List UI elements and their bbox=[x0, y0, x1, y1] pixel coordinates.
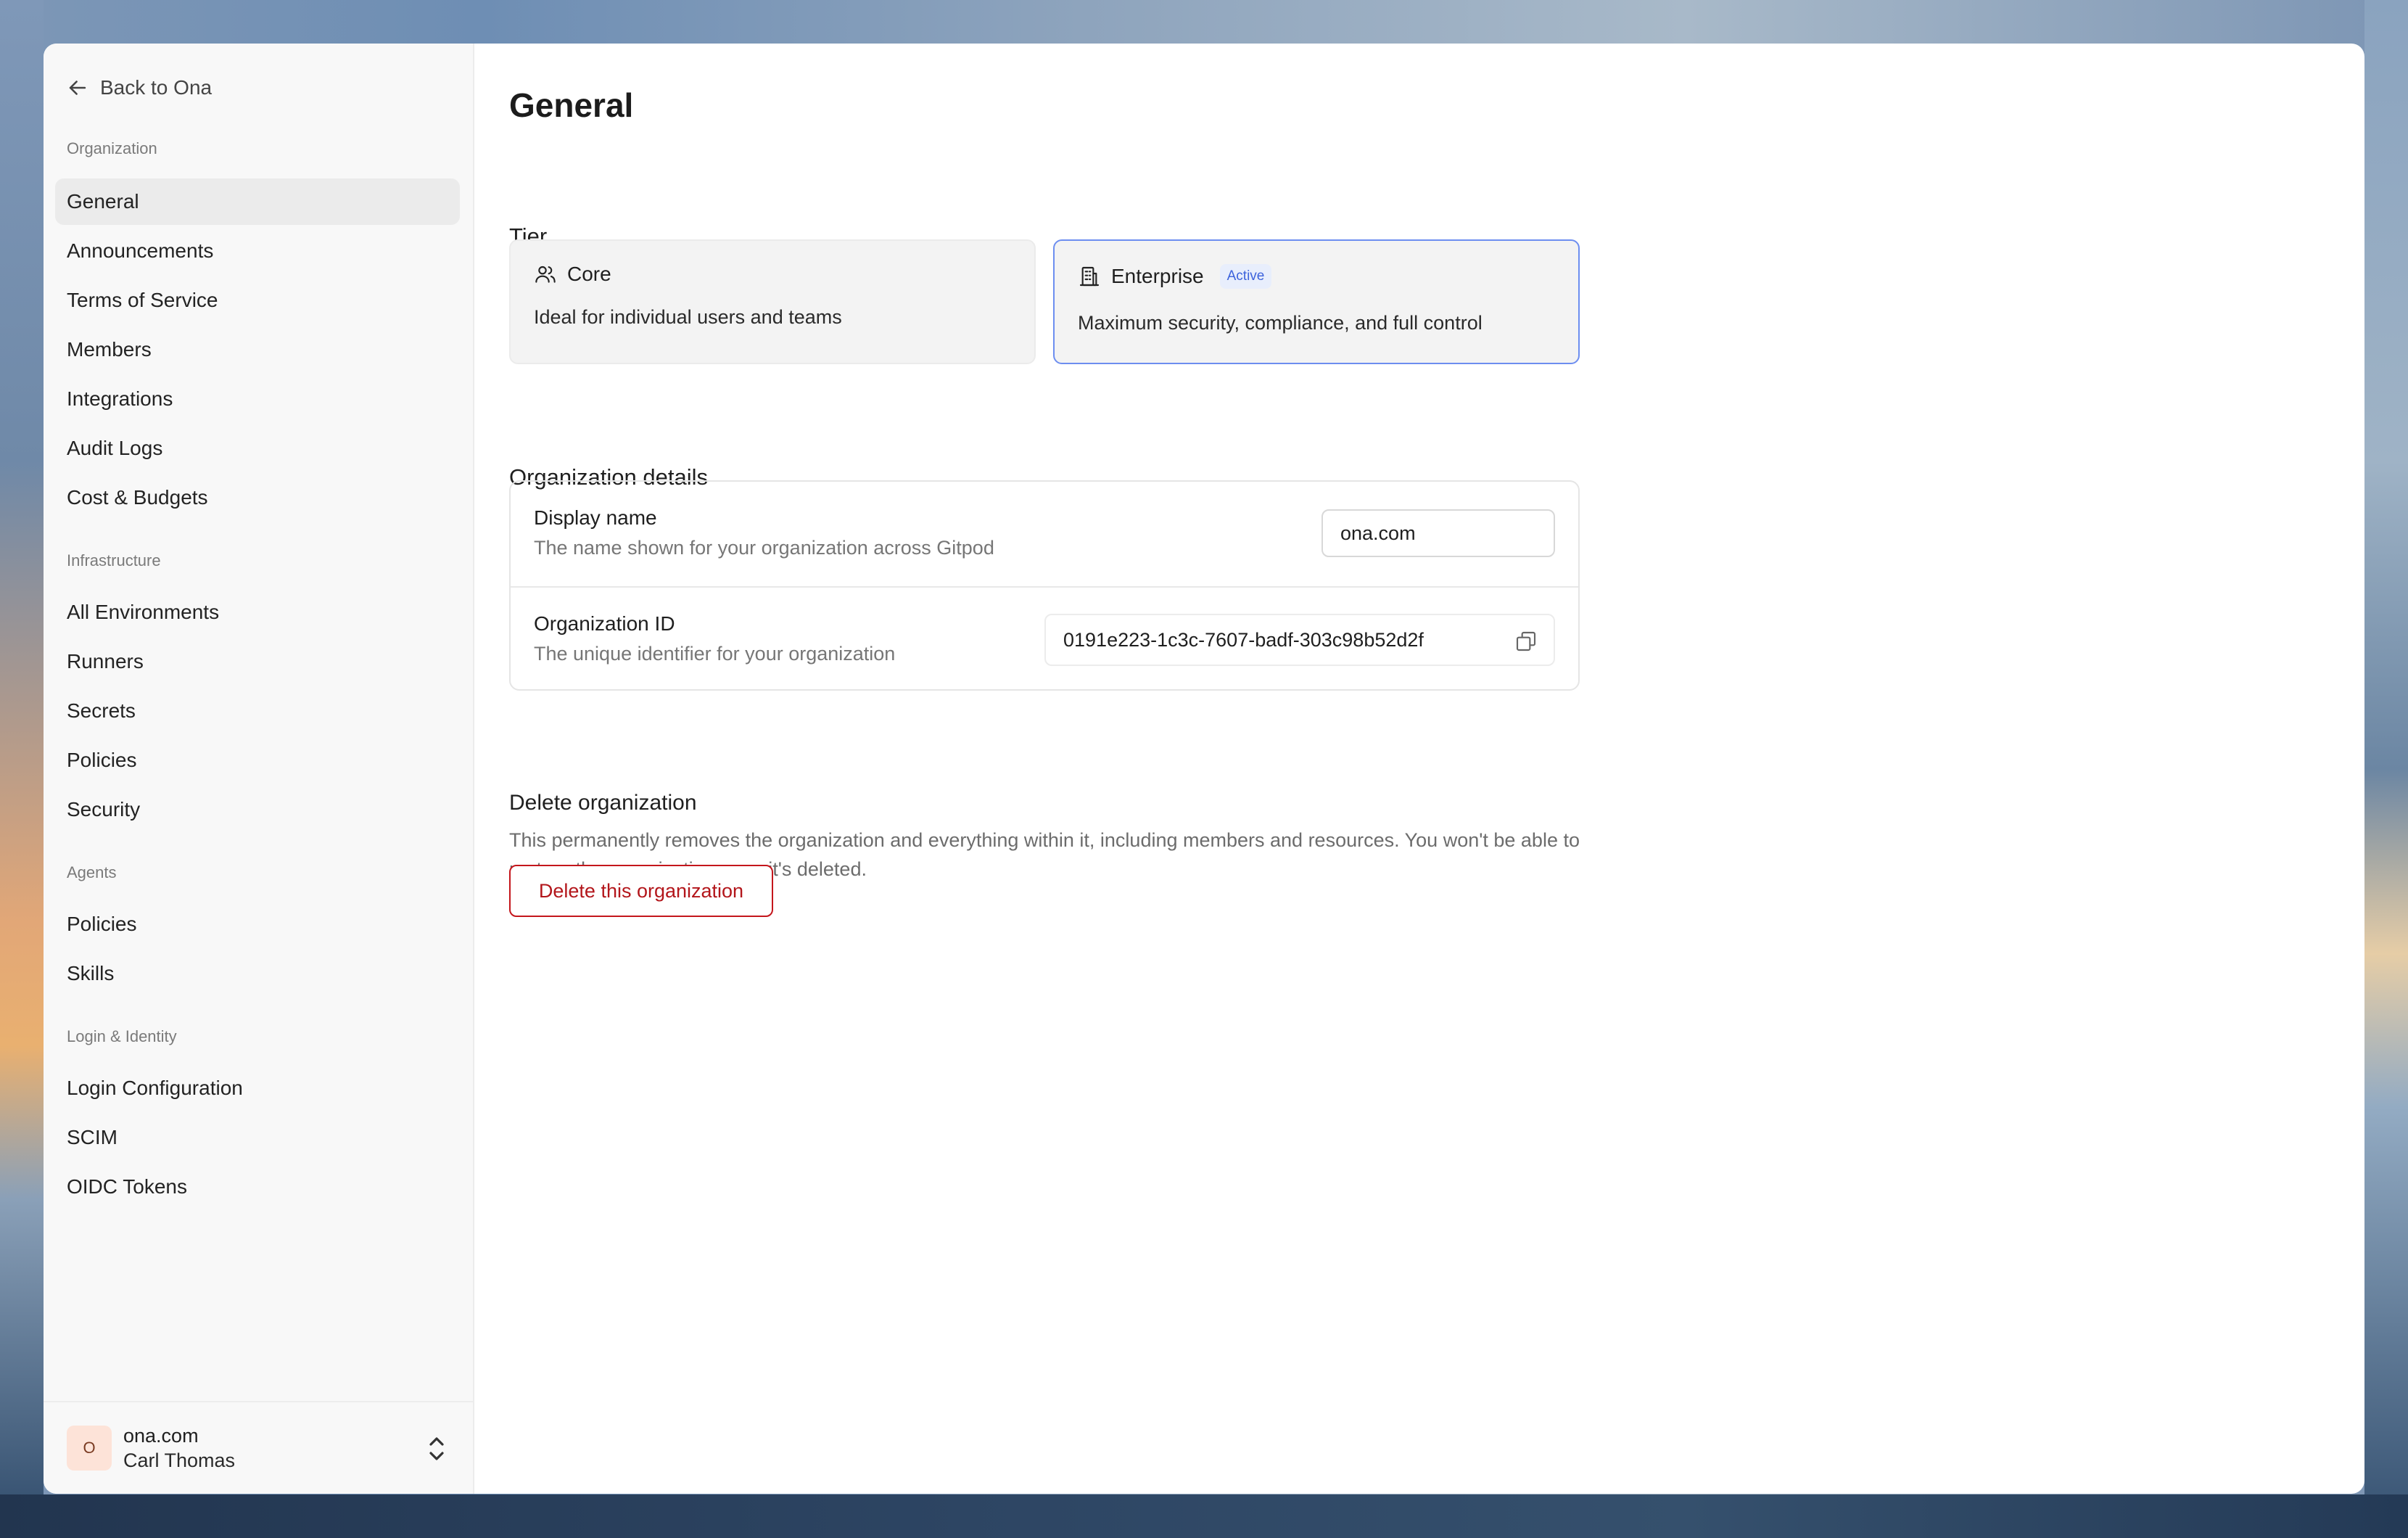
sidebar-item-runners[interactable]: Runners bbox=[55, 638, 460, 685]
delete-org-button[interactable]: Delete this organization bbox=[509, 865, 773, 917]
sidebar-item-general[interactable]: General bbox=[55, 178, 460, 225]
background-left bbox=[0, 0, 44, 1538]
building-icon bbox=[1079, 266, 1100, 287]
tier-card-enterprise[interactable]: Enterprise Active Maximum security, comp… bbox=[1053, 239, 1580, 364]
org-switcher[interactable]: O ona.com Carl Thomas bbox=[44, 1401, 473, 1494]
page-title: General bbox=[509, 86, 634, 124]
section-label-organization: Organization bbox=[67, 139, 157, 157]
display-name-row: Display name The name shown for your org… bbox=[511, 482, 1578, 586]
sidebar-item-members[interactable]: Members bbox=[55, 326, 460, 373]
sidebar: Back to Ona Organization General Announc… bbox=[44, 44, 474, 1494]
tier-card-core[interactable]: Core Ideal for individual users and team… bbox=[509, 239, 1036, 364]
org-details-card: Display name The name shown for your org… bbox=[509, 480, 1580, 691]
org-id-value: 0191e223-1c3c-7607-badf-303c98b52d2f bbox=[1063, 628, 1424, 651]
user-org: ona.com bbox=[123, 1425, 199, 1447]
tier-enterprise-header: Enterprise Active bbox=[1078, 264, 1272, 289]
main-content: General Tier Core Ideal for individual u… bbox=[474, 44, 2364, 1494]
copy-icon[interactable] bbox=[1514, 630, 1538, 653]
org-id-sublabel: The unique identifier for your organizat… bbox=[534, 643, 896, 665]
org-id-row: Organization ID The unique identifier fo… bbox=[511, 586, 1578, 691]
background-bottom bbox=[0, 1494, 2408, 1538]
sidebar-item-security[interactable]: Security bbox=[55, 786, 460, 833]
user-info: ona.com Carl Thomas bbox=[123, 1423, 235, 1473]
display-name-input[interactable] bbox=[1321, 509, 1555, 557]
back-link[interactable]: Back to Ona bbox=[65, 75, 212, 100]
sidebar-item-login-configuration[interactable]: Login Configuration bbox=[55, 1065, 460, 1111]
sidebar-item-cost-budgets[interactable]: Cost & Budgets bbox=[55, 474, 460, 521]
tier-core-description: Ideal for individual users and teams bbox=[534, 306, 842, 328]
section-label-login-identity: Login & Identity bbox=[67, 1027, 177, 1045]
org-id-label: Organization ID bbox=[534, 612, 675, 635]
sidebar-item-terms-of-service[interactable]: Terms of Service bbox=[55, 277, 460, 324]
org-id-field: 0191e223-1c3c-7607-badf-303c98b52d2f bbox=[1044, 614, 1555, 666]
display-name-label: Display name bbox=[534, 506, 657, 529]
sidebar-item-integrations[interactable]: Integrations bbox=[55, 376, 460, 422]
section-label-agents: Agents bbox=[67, 863, 117, 881]
sidebar-item-announcements[interactable]: Announcements bbox=[55, 228, 460, 274]
arrow-left-icon bbox=[69, 81, 86, 95]
back-link-label: Back to Ona bbox=[100, 76, 213, 99]
chevron-up-down-icon bbox=[429, 1437, 444, 1460]
tier-enterprise-description: Maximum security, compliance, and full c… bbox=[1078, 312, 1483, 334]
tier-core-header: Core bbox=[534, 263, 611, 286]
sidebar-item-skills[interactable]: Skills bbox=[55, 950, 460, 997]
app-window: Back to Ona Organization General Announc… bbox=[44, 44, 2364, 1494]
delete-org-heading: Delete organization bbox=[509, 791, 697, 815]
background-right bbox=[2364, 0, 2408, 1538]
sidebar-item-secrets[interactable]: Secrets bbox=[55, 688, 460, 734]
sidebar-item-agent-policies[interactable]: Policies bbox=[55, 901, 460, 947]
sidebar-item-scim[interactable]: SCIM bbox=[55, 1114, 460, 1161]
section-label-infrastructure: Infrastructure bbox=[67, 551, 161, 569]
users-icon bbox=[535, 266, 556, 283]
sidebar-item-audit-logs[interactable]: Audit Logs bbox=[55, 425, 460, 472]
tier-core-name: Core bbox=[567, 263, 611, 285]
sidebar-item-policies[interactable]: Policies bbox=[55, 737, 460, 784]
tier-enterprise-name: Enterprise bbox=[1111, 265, 1204, 287]
sidebar-item-all-environments[interactable]: All Environments bbox=[55, 589, 460, 636]
avatar: O bbox=[67, 1426, 112, 1471]
sidebar-item-oidc-tokens[interactable]: OIDC Tokens bbox=[55, 1164, 460, 1210]
display-name-sublabel: The name shown for your organization acr… bbox=[534, 537, 994, 559]
user-name: Carl Thomas bbox=[123, 1449, 236, 1471]
active-badge: Active bbox=[1219, 264, 1272, 289]
